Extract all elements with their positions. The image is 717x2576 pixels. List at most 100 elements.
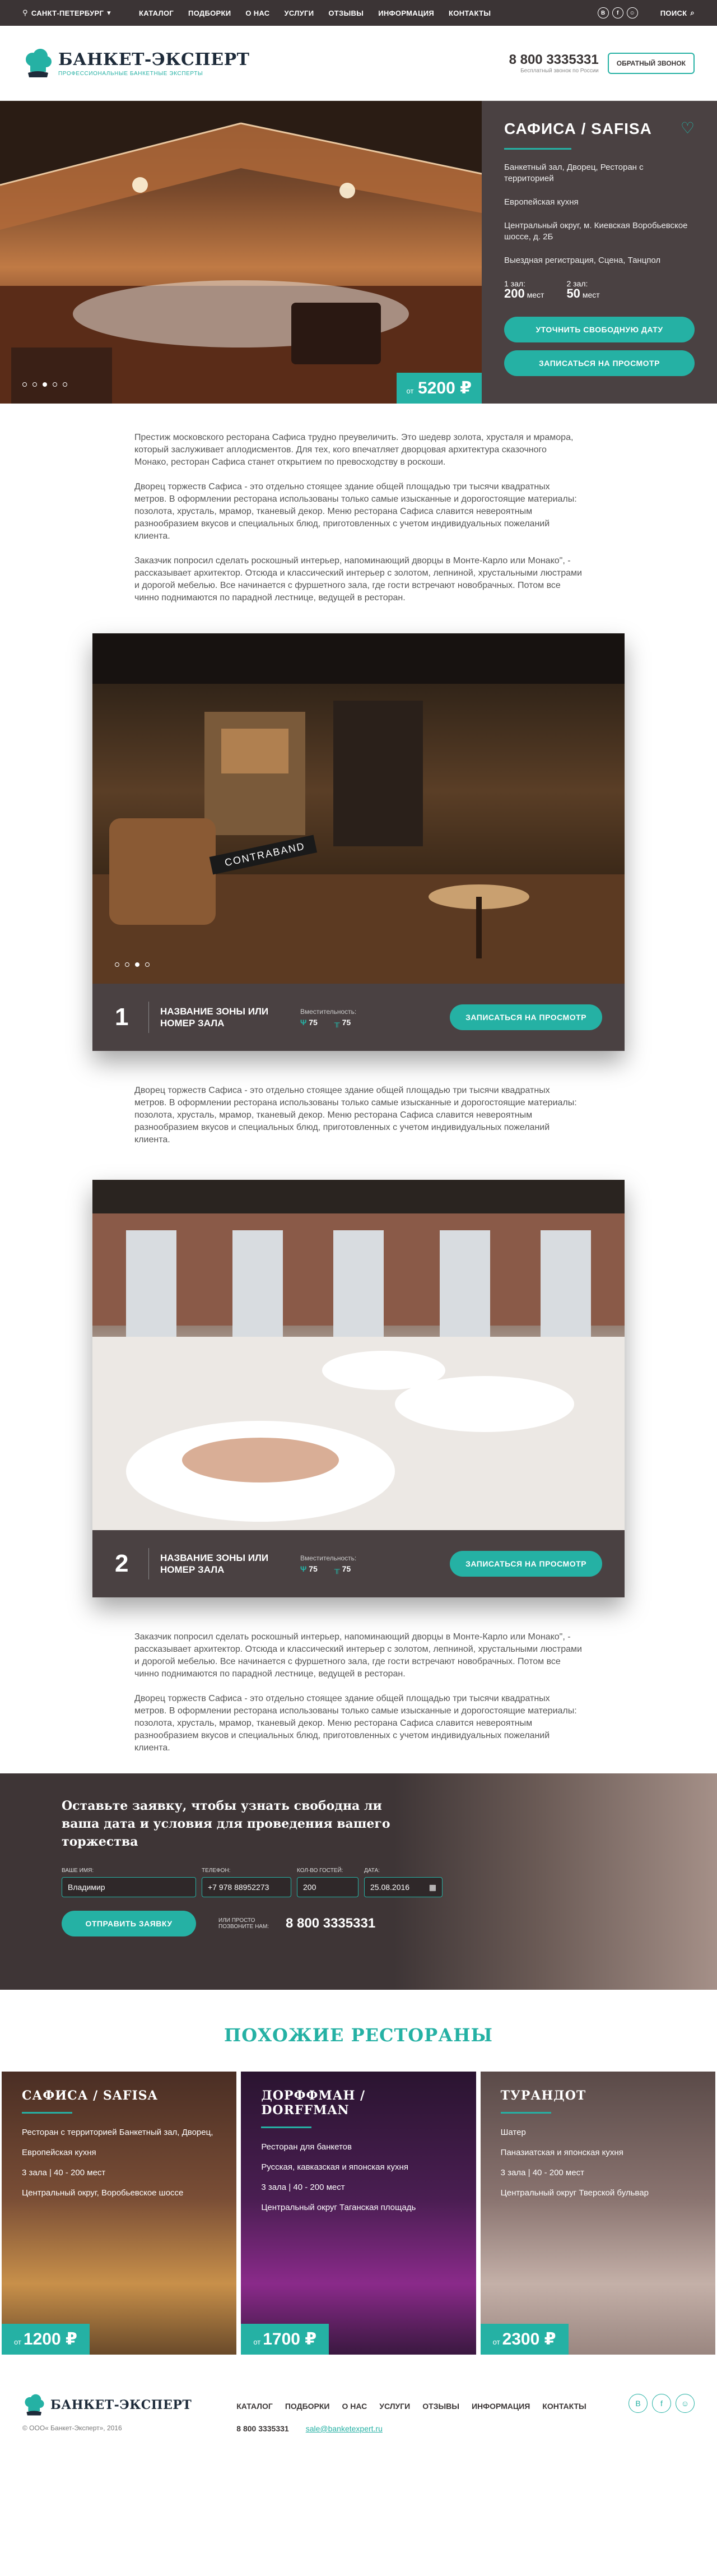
phone-note: Бесплатный звонок по России (520, 68, 599, 74)
map-pin-icon: ⚲ (22, 8, 28, 17)
slider-dots (22, 382, 67, 387)
logo[interactable]: БАНКЕТ-ЭКСПЕРТ ПРОФЕССИОНАЛЬНЫЕ БАНКЕТНЫ… (22, 48, 249, 78)
venue-cuisine: Европейская кухня (504, 197, 579, 207)
zone-photo[interactable] (92, 1180, 625, 1530)
submit-request-button[interactable]: ОТПРАВИТЬ ЗАЯВКУ (62, 1911, 196, 1936)
book-viewing-button[interactable]: ЗАПИСАТЬСЯ НА ПРОСМОТР (504, 350, 695, 376)
vk-icon[interactable]: В (628, 2394, 648, 2413)
request-form-section: Оставьте заявку, чтобы узнать свободна л… (0, 1773, 717, 1990)
slider-dot[interactable] (22, 382, 27, 387)
footer-nav-info[interactable]: ИНФОРМАЦИЯ (472, 2402, 530, 2411)
heart-icon[interactable]: ♡ (681, 119, 695, 137)
facebook-icon[interactable]: f (612, 7, 623, 18)
restaurant-card[interactable]: ТУРАНДОТ Шатер Паназиатская и японская к… (480, 2072, 715, 2355)
nav-info[interactable]: ИНФОРМАЦИЯ (378, 9, 434, 17)
book-viewing-button[interactable]: ЗАПИСАТЬСЯ НА ПРОСМОТР (450, 1551, 602, 1577)
request-fields: ВАШЕ ИМЯ: Владимир ТЕЛЕФОН: +7 978 88952… (62, 1868, 655, 1897)
restaurant-card[interactable]: ДОРФФМАН / DORFFMAN Ресторан для банкето… (241, 2072, 476, 2355)
nav-about[interactable]: О НАС (245, 9, 269, 17)
footer-nav-about[interactable]: О НАС (342, 2402, 367, 2411)
price-value: 2300 ₽ (502, 2330, 556, 2348)
calendar-icon[interactable]: ▦ (429, 1883, 436, 1892)
search-icon: ⌕ (690, 8, 695, 17)
footer-logo[interactable]: БАНКЕТ-ЭКСПЕРТ (22, 2394, 192, 2416)
guests-input[interactable]: 200 (297, 1877, 358, 1897)
divider (22, 2112, 72, 2114)
search-label: ПОИСК (660, 8, 687, 17)
footer-nav-catalog[interactable]: КАТАЛОГ (236, 2402, 273, 2411)
book-viewing-button[interactable]: ЗАПИСАТЬСЯ НА ПРОСМОТР (450, 1004, 602, 1030)
venue-extra: Выездная регистрация, Сцена, Танцпол (504, 256, 661, 265)
slider-dot[interactable] (53, 382, 57, 387)
nav-collections[interactable]: ПОДБОРКИ (188, 9, 231, 17)
venue-panel: САФИСА / SAFISA ♡ Банкетный зал, Дворец,… (482, 101, 717, 404)
slider-dot-active[interactable] (135, 962, 139, 967)
hall-1: 1 зал: 200 мест (504, 279, 544, 300)
slider-dot[interactable] (145, 962, 150, 967)
callback-button[interactable]: ОБРАТНЫЙ ЗВОНОК (607, 52, 695, 74)
search-link[interactable]: ПОИСК ⌕ (660, 8, 695, 17)
instagram-icon[interactable]: ☺ (676, 2394, 695, 2413)
similar-title: ПОХОЖИЕ РЕСТОРАНЫ (224, 2024, 493, 2046)
date-value: 25.08.2016 (370, 1883, 410, 1892)
buffet-capacity: ╥ 75 (334, 1564, 351, 1573)
card-name: ДОРФФМАН / DORFFMAN (261, 2088, 366, 2118)
footer-phone[interactable]: 8 800 3335331 (236, 2424, 288, 2433)
table-icon: ╥ (334, 1018, 342, 1027)
card-price: от 1200 ₽ (2, 2324, 90, 2355)
phone-label: ТЕЛЕФОН: (202, 1868, 231, 1874)
nav-services[interactable]: УСЛУГИ (284, 9, 314, 17)
footer-nav-services[interactable]: УСЛУГИ (379, 2402, 410, 2411)
zone-info-bar: 2 НАЗВАНИЕ ЗОНЫ ИЛИ НОМЕР ЗАЛА Вместител… (92, 1530, 625, 1597)
zone-info-bar: 1 НАЗВАНИЕ ЗОНЫ ИЛИ НОМЕР ЗАЛА Вместител… (92, 984, 625, 1051)
hall-2: 2 зал: 50 мест (566, 279, 599, 300)
nav-catalog[interactable]: КАТАЛОГ (139, 9, 174, 17)
slider-dot[interactable] (32, 382, 37, 387)
slider-dot[interactable] (63, 382, 67, 387)
price-value: 1700 ₽ (263, 2330, 317, 2348)
price-value: 5200 ₽ (418, 379, 472, 397)
venue-name: САФИСА / SAFISA (504, 120, 652, 137)
divider (500, 2112, 551, 2114)
check-date-button[interactable]: УТОЧНИТЬ СВОБОДНУЮ ДАТУ (504, 317, 695, 342)
paragraph: Дворец торжеств Сафиса - это отдельно ст… (134, 482, 577, 541)
zone-photo[interactable]: CONTRABAND (92, 633, 625, 984)
nav-reviews[interactable]: ОТЗЫВЫ (328, 9, 364, 17)
name-input[interactable]: Владимир (62, 1877, 196, 1897)
card-halls: 3 зала | 40 - 200 мест (261, 2183, 345, 2192)
zone-number: 1 (115, 1003, 129, 1031)
date-input[interactable]: 25.08.2016 ▦ (364, 1877, 443, 1897)
card-name: ТУРАНДОТ (500, 2088, 586, 2103)
nav-contacts[interactable]: КОНТАКТЫ (449, 9, 491, 17)
hero-photo[interactable]: от 5200 ₽ (0, 101, 482, 404)
date-label: ДАТА: (364, 1868, 380, 1874)
or-call-label: ИЛИ ПРОСТО ПОЗВОНИТЕ НАМ: (218, 1917, 269, 1930)
top-bar: ⚲ САНКТ-ПЕТЕРБУРГ ▾ КАТАЛОГ ПОДБОРКИ О Н… (0, 0, 717, 26)
price-prefix: от (406, 387, 414, 395)
instagram-icon[interactable]: ☺ (626, 7, 638, 18)
top-nav: КАТАЛОГ ПОДБОРКИ О НАС УСЛУГИ ОТЗЫВЫ ИНФ… (139, 9, 491, 17)
phone-input[interactable]: +7 978 88952273 (202, 1877, 291, 1897)
footer-email[interactable]: sale@banketexpert.ru (306, 2424, 383, 2433)
footer-nav-contacts[interactable]: КОНТАКТЫ (542, 2402, 586, 2411)
hall1-value: 200 (504, 286, 525, 300)
name-field-group: ВАШЕ ИМЯ: Владимир (62, 1868, 196, 1897)
restaurant-card[interactable]: САФИСА / SAFISA Ресторан с территорией Б… (2, 2072, 237, 2355)
footer-nav-reviews[interactable]: ОТЗЫВЫ (422, 2402, 459, 2411)
vk-icon[interactable]: В (597, 7, 609, 18)
capacity-value: 75 (342, 1018, 351, 1027)
capacity-value: 75 (309, 1018, 318, 1027)
divider (504, 148, 571, 150)
card-halls: 3 зала | 40 - 200 мест (22, 2168, 106, 2177)
header-phone[interactable]: 8 800 3335331 (509, 52, 599, 68)
card-cuisine: Европейская кухня (22, 2148, 96, 2157)
date-field-group: ДАТА: 25.08.2016 ▦ (364, 1868, 443, 1897)
slider-dot[interactable] (125, 962, 129, 967)
footer-nav-collections[interactable]: ПОДБОРКИ (285, 2402, 330, 2411)
facebook-icon[interactable]: f (652, 2394, 671, 2413)
slider-dot-active[interactable] (43, 382, 47, 387)
slider-dot[interactable] (115, 962, 119, 967)
request-phone[interactable]: 8 800 3335331 (286, 1916, 375, 1931)
city-selector[interactable]: ⚲ САНКТ-ПЕТЕРБУРГ ▾ (22, 8, 111, 17)
copyright: © ООО« Банкет-Эксперт», 2016 (22, 2424, 122, 2432)
